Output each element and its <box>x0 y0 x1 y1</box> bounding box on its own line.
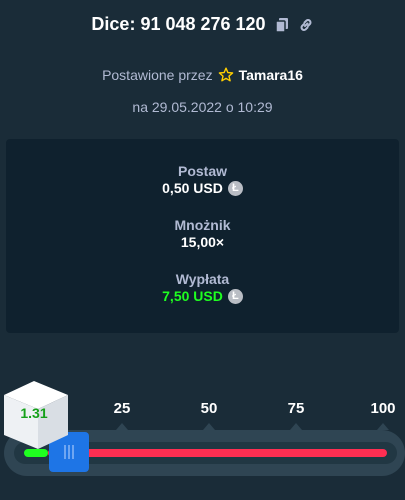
user-link[interactable]: Tamara16 <box>239 67 303 83</box>
result-dice: 1.31 <box>0 373 74 451</box>
bet-value: 0,50 USD <box>162 180 223 196</box>
payout: Wypłata 7,50 USD Ł <box>6 271 399 305</box>
placed-by: Postawione przez Tamara16 <box>0 67 405 83</box>
bet-label: Postaw <box>177 163 227 179</box>
litecoin-icon: Ł <box>227 181 243 196</box>
tick-label: 100 <box>370 400 396 417</box>
star-icon <box>218 67 233 82</box>
bet-details-panel: Postaw 0,50 USD Ł Mnożnik 15,00× Wypłata… <box>6 139 399 333</box>
tick-marker <box>116 423 128 430</box>
copy-icon[interactable] <box>274 17 290 33</box>
bet-amount: Postaw 0,50 USD Ł <box>6 163 399 197</box>
result-value: 1.31 <box>20 405 48 421</box>
payout-label: Wypłata <box>175 271 230 287</box>
multiplier-label: Mnożnik <box>174 217 231 233</box>
tick-label: 25 <box>113 400 131 417</box>
lose-range-bar <box>47 449 387 457</box>
link-icon[interactable] <box>298 17 314 33</box>
multiplier: Mnożnik 15,00× <box>6 217 399 251</box>
bet-date: na 29.05.2022 o 10:29 <box>132 99 273 115</box>
tick-marker <box>377 423 389 430</box>
tick-label: 75 <box>287 400 305 417</box>
multiplier-value: 15,00× <box>180 234 225 250</box>
tick-marker <box>290 423 302 430</box>
tick-label: 50 <box>200 400 218 417</box>
placed-by-label: Postawione przez <box>102 67 213 83</box>
litecoin-icon: Ł <box>227 289 243 304</box>
bet-header: Dice: 91 048 276 120 <box>0 14 405 35</box>
payout-value: 7,50 USD <box>162 288 223 304</box>
tick-marker <box>203 423 215 430</box>
bet-title: Dice: 91 048 276 120 <box>91 14 266 34</box>
